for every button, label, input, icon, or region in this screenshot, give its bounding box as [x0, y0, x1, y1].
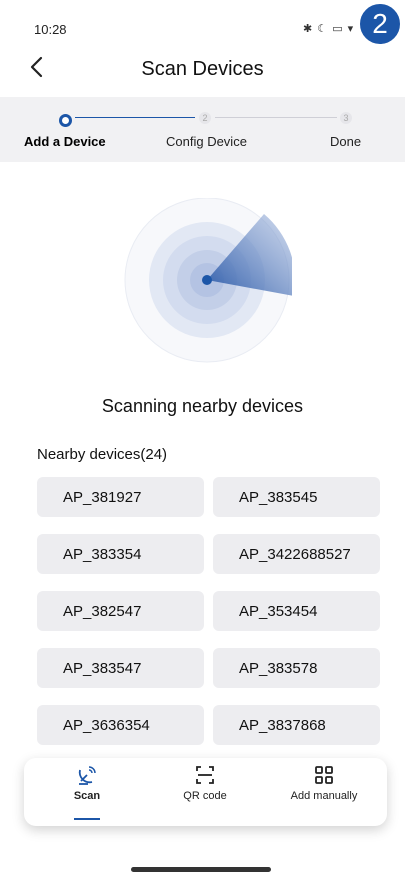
- header: Scan Devices: [0, 50, 405, 90]
- device-item[interactable]: AP_383545: [213, 477, 380, 517]
- home-indicator: [131, 867, 271, 872]
- device-item[interactable]: AP_383547: [37, 648, 204, 688]
- status-time: 10:28: [34, 22, 67, 37]
- step-2-label: Config Device: [166, 134, 247, 149]
- radar-scan-icon: [124, 198, 292, 363]
- add-manually-tab-label: Add manually: [290, 790, 358, 802]
- qr-scan-icon: [196, 766, 214, 784]
- qr-code-tab-label: QR code: [183, 790, 227, 802]
- step-2-dot: 2: [199, 112, 211, 124]
- step-1-label: Add a Device: [24, 134, 106, 149]
- step-3-label: Done: [330, 134, 362, 149]
- status-bar: 10:28 ✱ ☾ ▭ ▾ 2: [0, 0, 405, 50]
- device-item[interactable]: AP_3422688527: [213, 534, 380, 574]
- satellite-dish-icon: [78, 766, 96, 785]
- device-item[interactable]: AP_383354: [37, 534, 204, 574]
- page-title: Scan Devices: [141, 58, 264, 80]
- step-1-dot: [59, 114, 72, 127]
- scan-tab-label: Scan: [73, 790, 101, 802]
- scan-status-text: Scanning nearby devices: [101, 396, 304, 416]
- device-item[interactable]: AP_3636354: [37, 705, 204, 745]
- active-tab-indicator: [74, 818, 100, 820]
- device-item[interactable]: AP_383578: [213, 648, 380, 688]
- qr-code-tab[interactable]: QR code: [150, 764, 260, 824]
- notification-badge: 2: [358, 2, 402, 46]
- scan-tab[interactable]: Scan: [32, 764, 142, 824]
- grid-icon: [315, 766, 333, 784]
- device-item[interactable]: AP_353454: [213, 591, 380, 631]
- status-icons: ✱ ☾ ▭ ▾: [303, 23, 355, 35]
- device-item[interactable]: AP_3837868: [213, 705, 380, 745]
- add-manually-tab[interactable]: Add manually: [269, 764, 379, 824]
- progress-stepper: 2 3 Add a Device Config Device Done: [0, 97, 405, 162]
- step-3-dot: 3: [340, 112, 352, 124]
- bottom-action-bar: Scan QR code Add manually: [24, 758, 387, 826]
- step-line-2: [215, 117, 337, 118]
- nearby-devices-title: Nearby devices(24): [37, 446, 168, 463]
- device-item[interactable]: AP_382547: [37, 591, 204, 631]
- step-line-1: [75, 117, 195, 118]
- device-item[interactable]: AP_381927: [37, 477, 204, 517]
